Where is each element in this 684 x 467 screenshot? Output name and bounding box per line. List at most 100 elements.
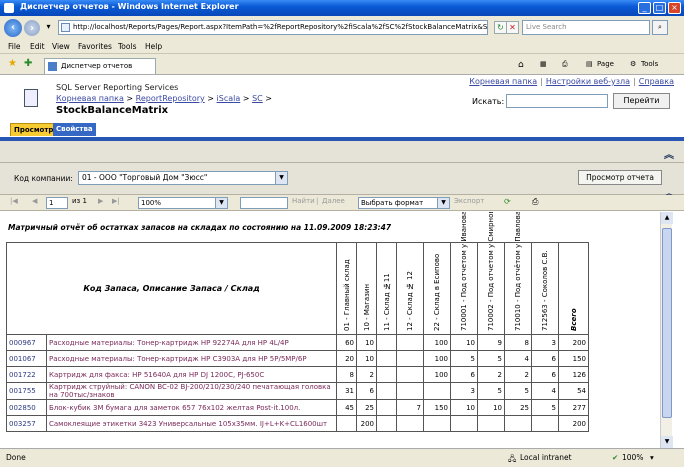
tab-properties[interactable]: Свойства: [53, 123, 96, 136]
column-header: 712563 - Соколов С.В.: [531, 242, 559, 335]
page-number-input[interactable]: 1: [46, 197, 68, 209]
row-total: 200: [558, 334, 589, 351]
row-cell: [376, 415, 397, 432]
browser-tab[interactable]: Диспетчер отчетов: [44, 58, 156, 74]
close-button[interactable]: ×: [668, 2, 681, 14]
row-cell: [423, 382, 451, 400]
row-description: Картридж для факса: HP 51640A для HP DJ …: [46, 366, 337, 383]
tools-menu[interactable]: Tools: [641, 60, 658, 68]
tools-gear-icon: ⚙: [630, 60, 637, 68]
breadcrumb-repository[interactable]: ReportRepository: [136, 94, 205, 103]
prev-page-icon[interactable]: ◀: [32, 197, 37, 205]
search-button[interactable]: Перейти: [613, 93, 670, 109]
find-input[interactable]: [240, 197, 288, 209]
format-select[interactable]: Выбрать формат ▼: [358, 197, 450, 209]
row-cell: 5: [477, 382, 505, 400]
print-report-icon[interactable]: ⎙: [532, 197, 538, 207]
product-name: SQL Server Reporting Services: [56, 83, 179, 92]
row-cell: [376, 366, 397, 383]
format-chevron-icon[interactable]: ▼: [437, 198, 449, 208]
row-cell: [396, 334, 424, 351]
row-code: 002850: [6, 399, 47, 416]
row-cell: 31: [336, 382, 357, 400]
back-arrow-icon[interactable]: ‹: [4, 19, 22, 37]
stop-icon[interactable]: ✕: [506, 21, 519, 34]
favorites-star-icon[interactable]: ★: [8, 58, 17, 69]
zoom-dropdown-icon[interactable]: ▾: [650, 453, 654, 462]
menu-help[interactable]: Help: [145, 42, 162, 51]
print-icon[interactable]: ⎙: [562, 60, 568, 69]
minimize-button[interactable]: _: [638, 2, 651, 14]
page-content: SQL Server Reporting Services Корневая п…: [0, 75, 684, 448]
row-description: Самоклеящие этикетки 3423 Универсальные …: [46, 415, 337, 432]
column-header: 710001 - Под отчетом у Иванова П.П.: [450, 212, 478, 335]
scroll-down-icon[interactable]: ▼: [661, 436, 673, 448]
live-search-input[interactable]: Live Search: [522, 20, 650, 35]
menu-edit[interactable]: Edit: [30, 42, 45, 51]
menu-file[interactable]: File: [8, 42, 21, 51]
zoom-select[interactable]: 100% ▼: [138, 197, 228, 209]
row-cell: [423, 415, 451, 432]
row-description: Картридж струйный: CANON BC-02 BJ-200/21…: [46, 382, 337, 400]
page-icon: [61, 23, 70, 32]
column-header: 710010 - Под отчётом у Павлова С.В.: [504, 212, 532, 335]
search-input[interactable]: [506, 94, 608, 108]
link-site-settings[interactable]: Настройки веб-узла: [546, 77, 630, 86]
zone-text: Local intranet: [520, 453, 572, 462]
find-link[interactable]: Найти: [292, 197, 315, 205]
vertical-scrollbar[interactable]: ▲ ▼: [660, 212, 673, 448]
add-favorite-icon[interactable]: ✚: [24, 58, 32, 69]
tab-row: ★ ✚ Диспетчер отчетов ⌂ ▦ ⎙ ▤ Page ⚙ Too…: [0, 55, 684, 75]
first-page-icon[interactable]: |◀: [10, 197, 18, 205]
breadcrumb-root[interactable]: Корневая папка: [56, 94, 124, 103]
zoom-text[interactable]: 100%: [622, 453, 643, 462]
table-row: 003257 Самоклеящие этикетки 3423 Универса…: [6, 415, 589, 432]
row-cell: 7: [396, 399, 424, 416]
forward-arrow-icon[interactable]: ›: [24, 20, 40, 36]
feeds-icon[interactable]: ▦: [540, 60, 547, 68]
row-code: 001067: [6, 350, 47, 367]
maximize-button[interactable]: □: [653, 2, 666, 14]
menu-tools[interactable]: Tools: [118, 42, 136, 51]
table-row: 002850 Блок-кубик 3М бумага для заметок 6…: [6, 399, 589, 416]
menu-favorites[interactable]: Favorites: [78, 42, 112, 51]
home-icon[interactable]: ⌂: [518, 60, 524, 70]
report-body: Матричный отчёт об остатках запасов на с…: [0, 212, 684, 448]
address-bar-row: ‹ › ▾ http://localhost/Reports/Pages/Rep…: [0, 16, 684, 40]
last-page-icon[interactable]: ▶|: [112, 197, 120, 205]
scroll-up-icon[interactable]: ▲: [661, 212, 673, 224]
next-page-icon[interactable]: ▶: [98, 197, 103, 205]
link-help[interactable]: Справка: [639, 77, 674, 86]
search-go-icon[interactable]: ⌕: [652, 20, 668, 35]
export-link[interactable]: Экспорт: [454, 197, 484, 205]
page-menu[interactable]: Page: [597, 60, 614, 68]
row-cell: 10: [477, 399, 505, 416]
chevron-down-icon[interactable]: ▼: [275, 172, 287, 184]
top-links: Корневая папка | Настройки веб-узла | Справк…: [469, 77, 674, 86]
matrix-table: Код Запаса, Описание Запаса / Склад 01 -…: [6, 212, 589, 432]
breadcrumb-iscala[interactable]: iScala: [217, 94, 241, 103]
view-report-button[interactable]: Просмотр отчета: [578, 170, 662, 185]
row-cell: 200: [356, 415, 377, 432]
row-description: Расходные материалы: Тонер-картридж HP 9…: [46, 334, 337, 351]
company-code-select[interactable]: 01 - ООО "Торговый Дом "Зюсс" ▼: [78, 171, 288, 185]
link-root-folder[interactable]: Корневая папка: [469, 77, 537, 86]
row-cell: [531, 415, 559, 432]
report-title: Матричный отчёт об остатках запасов на с…: [8, 223, 392, 232]
row-cell: 4: [531, 382, 559, 400]
window-title-bar[interactable]: Диспетчер отчетов - Windows Internet Exp…: [0, 0, 684, 16]
breadcrumb-sc[interactable]: SC: [252, 94, 263, 103]
tab-view[interactable]: Просмотр: [10, 123, 58, 136]
scroll-thumb[interactable]: [662, 228, 672, 418]
menu-view[interactable]: View: [52, 42, 70, 51]
nav-dropdown-icon[interactable]: ▾: [42, 21, 55, 34]
address-input[interactable]: http://localhost/Reports/Pages/Report.as…: [58, 20, 488, 35]
zoom-chevron-icon[interactable]: ▼: [215, 198, 227, 208]
row-cell: [376, 334, 397, 351]
row-cell: 10: [356, 350, 377, 367]
refresh-report-icon[interactable]: ⟳: [504, 197, 511, 206]
next-link[interactable]: Далее: [322, 197, 345, 205]
row-code: 001722: [6, 366, 47, 383]
row-description: Блок-кубик 3М бумага для заметок 657 76x…: [46, 399, 337, 416]
collapse-icon[interactable]: ︽: [664, 146, 674, 161]
